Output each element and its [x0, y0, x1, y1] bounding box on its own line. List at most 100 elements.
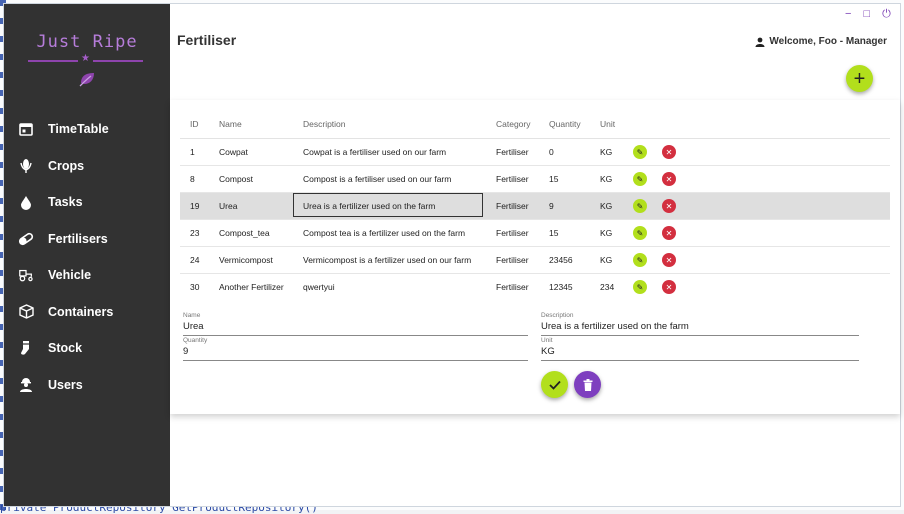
sidebar-item-fertilisers[interactable]: Fertilisers [4, 221, 170, 258]
box-icon [18, 304, 34, 320]
delete-row-button[interactable]: ✕ [662, 226, 676, 240]
delete-row-button[interactable]: ✕ [662, 280, 676, 294]
cell-id: 8 [190, 174, 195, 184]
close-icon: ✕ [665, 147, 673, 157]
sidebar-item-label: Containers [48, 304, 114, 319]
unit-label: Unit [541, 337, 553, 344]
user-welcome[interactable]: Welcome, Foo - Manager [755, 36, 887, 47]
sidebar-item-label: Fertilisers [48, 231, 108, 246]
table-row-selected[interactable]: 19 Urea Urea is a fertilizer used on the… [180, 193, 890, 220]
close-icon: ✕ [665, 282, 673, 292]
cell-name: Compost [219, 174, 254, 184]
fertiliser-table: ID Name Description Category Quantity Un… [180, 110, 890, 300]
name-field[interactable]: Name Urea [183, 312, 528, 336]
cell-category: Fertiliser [496, 282, 529, 292]
edit-row-button[interactable]: ✎ [633, 253, 647, 267]
cell-quantity: 9 [549, 201, 554, 211]
leaf-logo-icon [79, 73, 94, 87]
sidebar-item-timetable[interactable]: TimeTable [4, 111, 170, 148]
close-icon: ✕ [665, 255, 673, 265]
edit-row-button[interactable]: ✎ [633, 226, 647, 240]
cell-id: 30 [190, 282, 200, 292]
header-description[interactable]: Description [303, 119, 346, 129]
check-icon [548, 380, 561, 390]
cell-name: Compost_tea [219, 228, 270, 238]
calendar-icon [18, 121, 34, 137]
sidebar-item-vehicle[interactable]: Vehicle [4, 257, 170, 294]
name-input[interactable]: Urea [183, 321, 528, 336]
table-header: ID Name Description Category Quantity Un… [180, 110, 890, 139]
unit-input[interactable]: KG [541, 346, 859, 361]
cell-category: Fertiliser [496, 255, 529, 265]
cell-id: 23 [190, 228, 200, 238]
edit-row-button[interactable]: ✎ [633, 145, 647, 159]
power-icon[interactable]: ⏻ [882, 8, 891, 20]
user-worker-icon [18, 377, 34, 393]
header-category[interactable]: Category [496, 119, 531, 129]
cell-unit: KG [600, 174, 613, 184]
pencil-icon: ✎ [636, 282, 644, 292]
table-row[interactable]: 1 Cowpat Cowpat is a fertiliser used on … [180, 139, 890, 166]
cell-quantity: 12345 [549, 282, 573, 292]
sidebar: Just Ripe ★ TimeTable Crops Tasks Fertil… [4, 4, 170, 506]
table-row[interactable]: 30 Another Fertilizer qwertyui Fertilise… [180, 274, 890, 300]
page-title: Fertiliser [177, 32, 237, 48]
sidebar-item-containers[interactable]: Containers [4, 294, 170, 331]
cell-quantity: 15 [549, 174, 559, 184]
table-row[interactable]: 8 Compost Compost is a fertiliser used o… [180, 166, 890, 193]
description-input[interactable]: Urea is a fertilizer used on the farm [541, 321, 859, 336]
cell-description: Urea is a fertilizer used on the farm [303, 201, 436, 211]
delete-row-button[interactable]: ✕ [662, 172, 676, 186]
sidebar-item-stock[interactable]: Stock [4, 330, 170, 367]
edit-row-button[interactable]: ✎ [633, 280, 647, 294]
cell-category: Fertiliser [496, 228, 529, 238]
quantity-field[interactable]: Quantity 9 [183, 337, 528, 361]
quantity-label: Quantity [183, 337, 208, 344]
close-icon: ✕ [665, 174, 673, 184]
description-label: Description [541, 312, 574, 319]
logo-divider-left [28, 60, 78, 62]
cell-name: Vermicompost [219, 255, 273, 265]
cell-category: Fertiliser [496, 201, 529, 211]
minimize-icon[interactable]: − [845, 8, 851, 20]
header-id[interactable]: ID [190, 119, 199, 129]
table-row[interactable]: 23 Compost_tea Compost tea is a fertiliz… [180, 220, 890, 247]
header-unit[interactable]: Unit [600, 119, 615, 129]
delete-button[interactable] [574, 371, 601, 398]
edit-row-button[interactable]: ✎ [633, 172, 647, 186]
header-name[interactable]: Name [219, 119, 242, 129]
add-fertiliser-button[interactable]: + [846, 65, 873, 92]
cell-description: qwertyui [303, 282, 335, 292]
sidebar-item-label: Stock [48, 341, 83, 356]
capsule-icon [18, 231, 34, 247]
sidebar-item-users[interactable]: Users [4, 367, 170, 404]
description-field[interactable]: Description Urea is a fertilizer used on… [541, 312, 859, 336]
pencil-icon: ✎ [636, 228, 644, 238]
edit-row-button[interactable]: ✎ [633, 199, 647, 213]
cell-id: 24 [190, 255, 200, 265]
delete-row-button[interactable]: ✕ [662, 145, 676, 159]
cell-category: Fertiliser [496, 147, 529, 157]
quantity-input[interactable]: 9 [183, 346, 528, 361]
delete-row-button[interactable]: ✕ [662, 253, 676, 267]
cell-description: Compost tea is a fertilizer used on the … [303, 228, 466, 238]
cell-category: Fertiliser [496, 174, 529, 184]
sidebar-item-tasks[interactable]: Tasks [4, 184, 170, 221]
header-quantity[interactable]: Quantity [549, 119, 581, 129]
tractor-icon [18, 267, 34, 283]
close-icon: ✕ [665, 228, 673, 238]
name-label: Name [183, 312, 201, 319]
save-button[interactable] [541, 371, 568, 398]
user-icon [755, 37, 765, 47]
trash-icon [583, 378, 592, 391]
sidebar-item-label: Crops [48, 158, 85, 173]
unit-field[interactable]: Unit KG [541, 337, 859, 361]
drop-icon [18, 194, 34, 210]
sidebar-nav: TimeTable Crops Tasks Fertilisers Vehicl… [4, 111, 170, 403]
table-row[interactable]: 24 Vermicompost Vermicompost is a fertil… [180, 247, 890, 274]
maximize-icon[interactable]: □ [863, 8, 870, 20]
delete-row-button[interactable]: ✕ [662, 199, 676, 213]
cell-quantity: 15 [549, 228, 559, 238]
sidebar-item-crops[interactable]: Crops [4, 148, 170, 185]
sock-icon [18, 340, 34, 356]
